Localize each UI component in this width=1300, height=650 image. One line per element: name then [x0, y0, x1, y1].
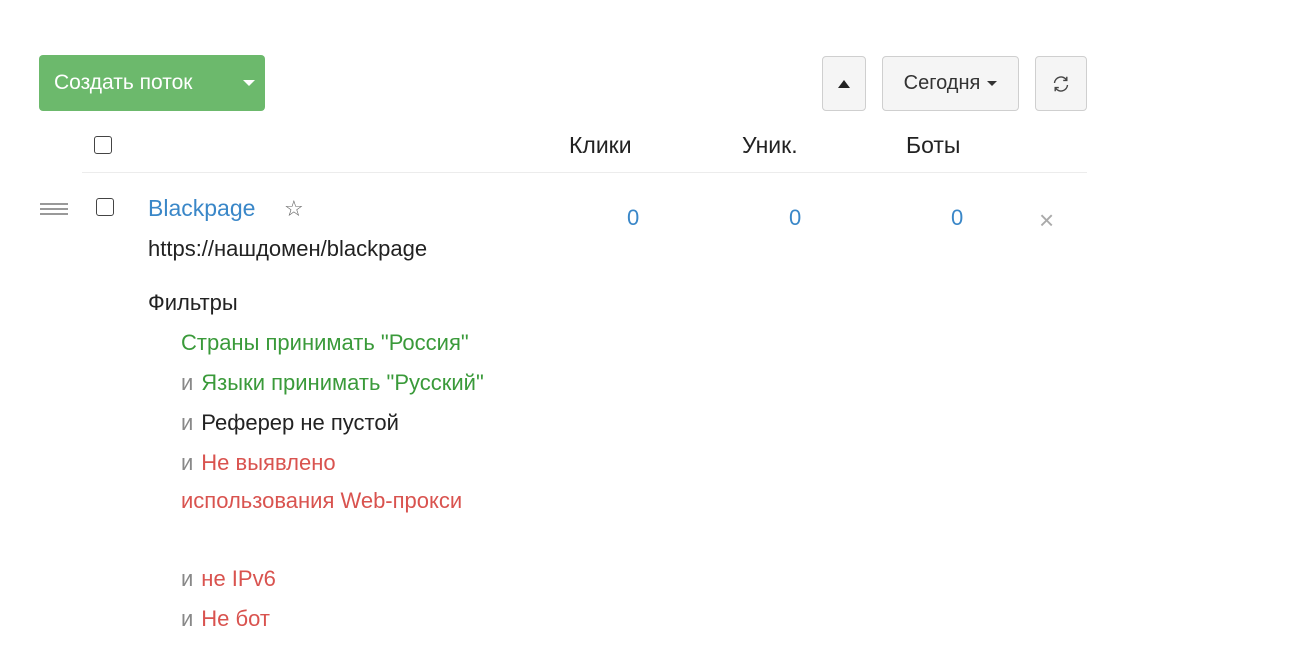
filter-item-ipv6: и не IPv6	[181, 566, 276, 591]
chevron-down-icon[interactable]	[243, 80, 255, 86]
filter-item-referer: и Реферер не пустой	[181, 410, 399, 435]
flow-bots-value[interactable]: 0	[951, 205, 963, 231]
create-flow-label: Создать поток	[54, 71, 193, 94]
star-icon[interactable]: ☆	[284, 196, 304, 222]
scroll-up-button[interactable]	[822, 56, 866, 111]
flow-name-link[interactable]: Blackpage	[148, 195, 255, 222]
flow-url: https://нашдомен/blackpage	[148, 236, 428, 261]
drag-handle-icon[interactable]	[40, 203, 68, 218]
filter-item-proxy: и Не выявлено использования Web-прокси	[181, 450, 463, 513]
flow-clicks-value[interactable]: 0	[627, 205, 639, 231]
chevron-down-icon	[987, 81, 998, 86]
close-icon[interactable]: ×	[1039, 207, 1054, 233]
column-header-bots[interactable]: Боты	[906, 132, 960, 159]
header-divider	[82, 172, 1087, 173]
filter-item-bot: и Не бот	[181, 606, 270, 631]
select-all-checkbox[interactable]	[94, 136, 112, 154]
column-header-unique[interactable]: Уник.	[742, 132, 798, 159]
flow-row-checkbox[interactable]	[96, 198, 114, 216]
filter-item-language: и Языки принимать "Русский"	[181, 370, 484, 395]
flow-unique-value[interactable]: 0	[789, 205, 801, 231]
filters-title: Фильтры	[148, 290, 238, 315]
period-dropdown[interactable]: Сегодня	[882, 56, 1019, 111]
column-header-clicks[interactable]: Клики	[569, 132, 632, 159]
filter-item-country: Страны принимать "Россия"	[181, 330, 469, 355]
refresh-icon	[1053, 75, 1069, 92]
refresh-button[interactable]	[1035, 56, 1087, 111]
period-label: Сегодня	[903, 72, 981, 94]
create-flow-button[interactable]: Создать поток	[39, 55, 265, 111]
caret-up-icon	[838, 79, 850, 88]
